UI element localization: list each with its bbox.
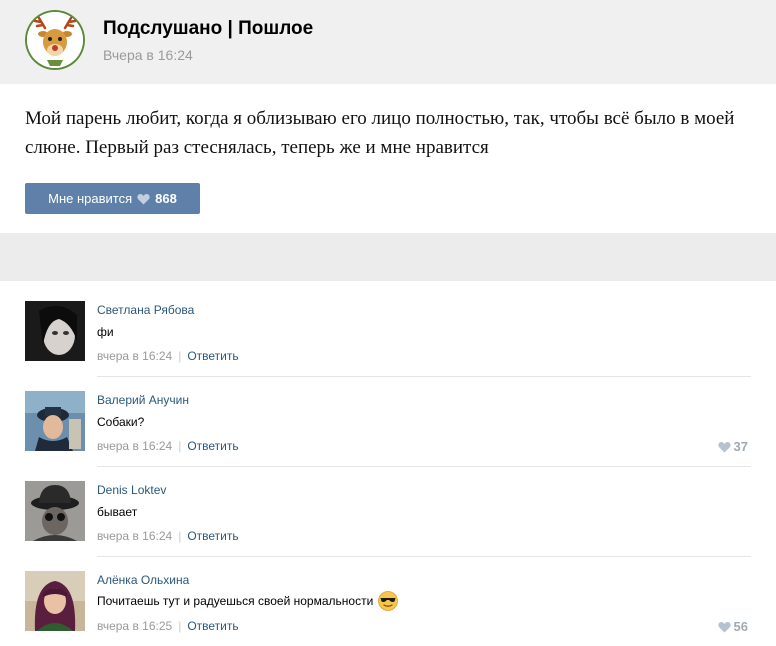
- comment-text: бывает: [97, 505, 137, 519]
- avatar[interactable]: [25, 301, 85, 361]
- heart-icon: [717, 441, 731, 452]
- comment-divider: [97, 556, 751, 557]
- like-count: 868: [155, 191, 177, 206]
- comment-text: Почитаешь тут и радуешься своей нормальн…: [97, 591, 399, 611]
- reply-link[interactable]: Ответить: [187, 619, 238, 633]
- comment-meta: вчера в 16:24 | Ответить: [97, 349, 239, 363]
- meta-separator: |: [178, 619, 182, 633]
- sunglasses-emoji-icon: [378, 591, 399, 611]
- comment-meta: вчера в 16:24 | Ответить: [97, 529, 239, 543]
- comment-author[interactable]: Denis Loktev: [97, 483, 166, 497]
- post-header: Подслушано | Пошлое Вчера в 16:24: [0, 0, 776, 84]
- comment-time[interactable]: вчера в 16:24: [97, 529, 172, 543]
- comment-author[interactable]: Алёнка Ольхина: [97, 573, 189, 587]
- post-time[interactable]: Вчера в 16:24: [103, 47, 193, 63]
- meta-separator: |: [178, 529, 182, 543]
- post-text: Мой парень любит, когда я облизываю его …: [25, 108, 735, 158]
- comment-meta: вчера в 16:25 | Ответить: [97, 619, 239, 633]
- reindeer-icon: [27, 12, 83, 68]
- comment-author[interactable]: Валерий Анучин: [97, 393, 189, 407]
- section-divider: [0, 233, 776, 281]
- comment-text-content: Почитаешь тут и радуешься своей нормальн…: [97, 594, 374, 608]
- comment-like-count: 37: [733, 439, 748, 454]
- comment-time[interactable]: вчера в 16:24: [97, 439, 172, 453]
- reply-link[interactable]: Ответить: [187, 439, 238, 453]
- reply-link[interactable]: Ответить: [187, 529, 238, 543]
- comment-item: Denis Loktev бывает вчера в 16:24 | Отве…: [0, 466, 776, 556]
- comment-divider: [97, 376, 751, 377]
- reply-link[interactable]: Ответить: [187, 349, 238, 363]
- heart-icon: [717, 621, 731, 632]
- comment-divider: [97, 466, 751, 467]
- group-name[interactable]: Подслушано | Пошлое: [103, 18, 313, 40]
- comment-like-count: 56: [733, 619, 748, 634]
- comment-text-content: фи: [97, 325, 114, 339]
- comment-author[interactable]: Светлана Рябова: [97, 303, 194, 317]
- avatar[interactable]: [25, 391, 85, 451]
- comment-meta: вчера в 16:24 | Ответить: [97, 439, 239, 453]
- like-label: Мне нравится: [48, 191, 133, 206]
- comment-text: фи: [97, 325, 114, 339]
- comment-item: Валерий Анучин Собаки? вчера в 16:24 | О…: [0, 376, 776, 466]
- comment-time[interactable]: вчера в 16:25: [97, 619, 172, 633]
- comment-item: Светлана Рябова фи вчера в 16:24 | Ответ…: [0, 290, 776, 380]
- like-button[interactable]: Мне нравится 868: [25, 183, 200, 214]
- meta-separator: |: [178, 439, 182, 453]
- comment-like-button[interactable]: 37: [717, 439, 748, 454]
- comment-text-content: Собаки?: [97, 415, 145, 429]
- comment-item: Алёнка Ольхина Почитаешь тут и радуешься…: [0, 556, 776, 646]
- comment-time[interactable]: вчера в 16:24: [97, 349, 172, 363]
- avatar[interactable]: [25, 481, 85, 541]
- heart-icon: [137, 193, 150, 205]
- meta-separator: |: [178, 349, 182, 363]
- comment-text-content: бывает: [97, 505, 138, 519]
- group-avatar[interactable]: [25, 10, 85, 70]
- avatar[interactable]: [25, 571, 85, 631]
- comment-like-button[interactable]: 56: [717, 619, 748, 634]
- comment-text: Собаки?: [97, 415, 144, 429]
